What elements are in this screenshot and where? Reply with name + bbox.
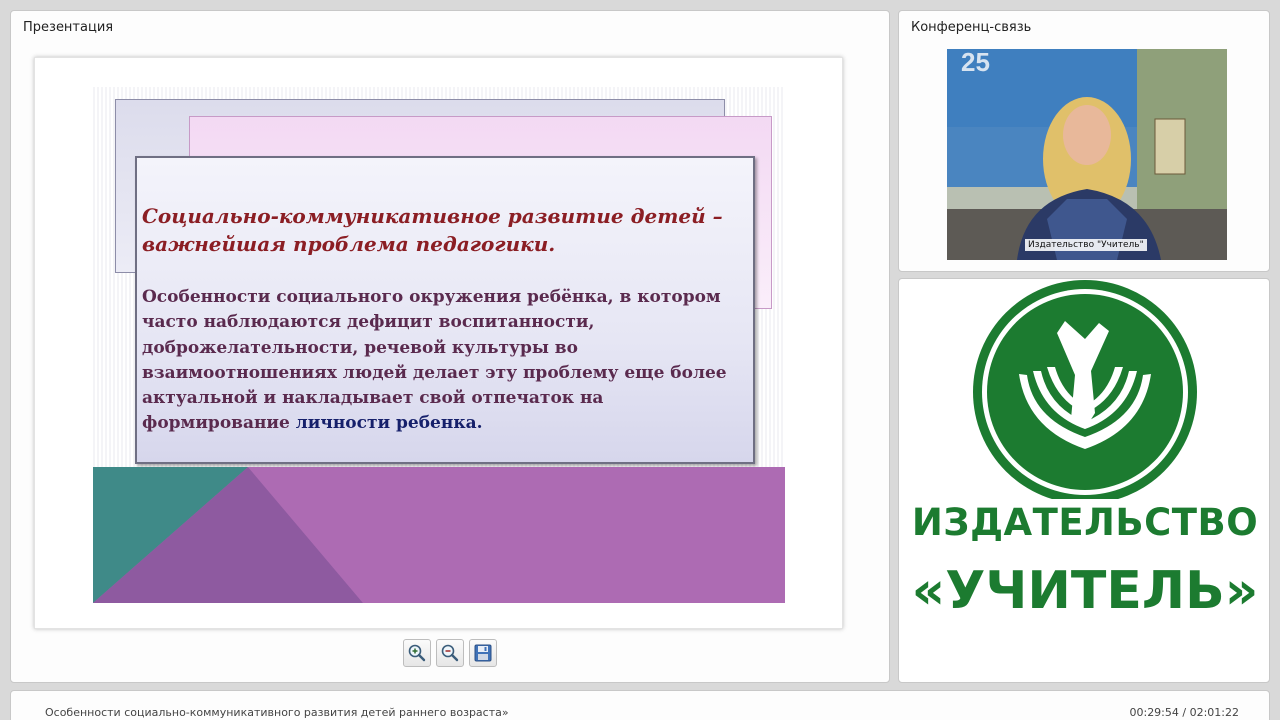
zoom-out-button[interactable] xyxy=(436,639,464,667)
lecture-title: Особенности социально-коммуникативного р… xyxy=(45,706,509,719)
zoom-in-icon xyxy=(408,644,426,662)
status-bar: Особенности социально-коммуникативного р… xyxy=(10,690,1270,720)
conference-panel: Конференц-связь 25 Издательство "Учитель… xyxy=(898,10,1270,272)
playback-time: 00:29:54 / 02:01:22 xyxy=(1129,706,1239,719)
publisher-logo-panel: ИЗДАТЕЛЬСТВО «УЧИТЕЛЬ» xyxy=(898,278,1270,683)
conference-panel-title: Конференц-связь xyxy=(911,20,1032,35)
svg-text:25: 25 xyxy=(961,49,990,77)
slide-body-highlight: личности ребенка. xyxy=(295,413,483,434)
slide-text-card: Социально-коммуникативное развитие детей… xyxy=(135,156,755,464)
video-feed[interactable]: 25 Издательство "Учитель" xyxy=(947,49,1227,260)
zoom-in-button[interactable] xyxy=(403,639,431,667)
publisher-name-line2: «УЧИТЕЛЬ» xyxy=(911,561,1259,621)
save-button[interactable] xyxy=(469,639,497,667)
slide-frame: Социально-коммуникативное развитие детей… xyxy=(34,57,843,629)
presentation-panel: Презентация Социально-коммуникативное ра… xyxy=(10,10,890,683)
zoom-out-icon xyxy=(441,644,459,662)
publisher-name-line1: ИЗДАТЕЛЬСТВО xyxy=(911,501,1259,544)
video-caption: Издательство "Учитель" xyxy=(1025,239,1147,251)
presentation-panel-title: Презентация xyxy=(23,20,114,35)
publisher-logo-emblem xyxy=(973,280,1197,499)
slide: Социально-коммуникативное развитие детей… xyxy=(93,87,785,603)
save-icon xyxy=(474,644,492,662)
slide-bottom-band xyxy=(93,467,785,603)
slide-body: Особенности социального окружения ребёнк… xyxy=(142,285,752,437)
slide-bottom-triangles xyxy=(93,467,785,603)
slide-body-text: Особенности социального окружения ребёнк… xyxy=(142,287,727,434)
slide-heading: Социально-коммуникативное развитие детей… xyxy=(142,204,723,256)
presenter-video-image: 25 xyxy=(947,49,1227,260)
